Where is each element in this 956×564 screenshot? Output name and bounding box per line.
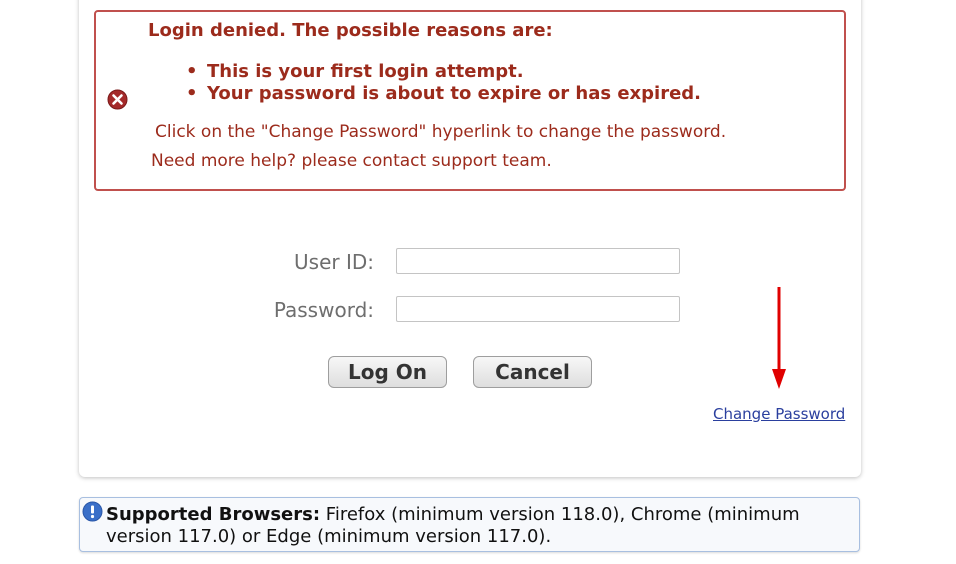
userid-label: User ID: bbox=[294, 250, 374, 274]
bullet-marker: • bbox=[186, 83, 198, 104]
info-exclamation-icon bbox=[82, 501, 103, 522]
help-text-change-password: Click on the "Change Password" hyperlink… bbox=[155, 122, 727, 142]
reason-text: Your password is about to expire or has … bbox=[207, 83, 702, 104]
help-text-support: Need more help? please contact support t… bbox=[151, 151, 552, 171]
bullet-marker: • bbox=[186, 61, 198, 82]
reason-text: This is your first login attempt. bbox=[207, 61, 524, 82]
error-title: Login denied. The possible reasons are: bbox=[148, 20, 553, 41]
userid-input[interactable] bbox=[396, 248, 680, 274]
password-input[interactable] bbox=[396, 296, 680, 322]
change-password-link[interactable]: Change Password bbox=[713, 405, 845, 423]
supported-browsers-heading: Supported Browsers: bbox=[106, 504, 321, 525]
annotation-arrow-icon bbox=[772, 287, 786, 389]
cancel-button[interactable]: Cancel bbox=[473, 356, 592, 388]
password-label: Password: bbox=[273, 298, 374, 322]
error-x-icon bbox=[107, 89, 128, 110]
supported-browsers-text: Supported Browsers: Firefox (minimum ver… bbox=[106, 504, 846, 548]
logon-button[interactable]: Log On bbox=[328, 356, 447, 388]
